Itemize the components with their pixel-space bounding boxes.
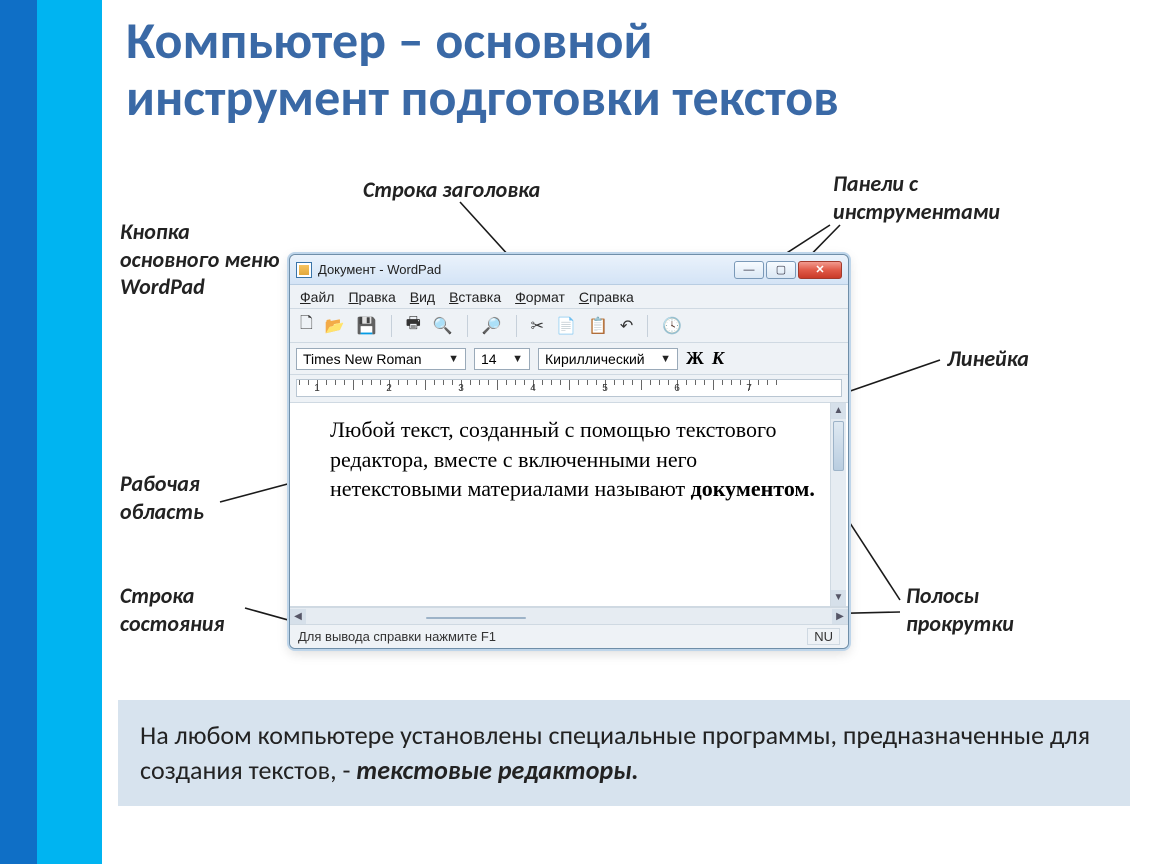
- vscroll-thumb[interactable]: [833, 421, 844, 471]
- save-icon[interactable]: 💾: [357, 316, 377, 336]
- slide-title: Компьютер – основной инструмент подготов…: [126, 12, 1146, 126]
- minimize-button[interactable]: —: [734, 261, 764, 279]
- toolbar-separator: [467, 315, 468, 337]
- standard-toolbar: 🗋 📂 💾 🖶 🔍 🔎 ✂ 📄 📋 ↶ 🕓: [290, 309, 848, 343]
- font-size-value: 14: [481, 351, 497, 367]
- vscroll-track[interactable]: [831, 473, 846, 590]
- chevron-down-icon: ▼: [512, 353, 523, 365]
- find-icon[interactable]: 🔎: [482, 316, 502, 336]
- font-size-combo[interactable]: 14 ▼: [474, 348, 530, 370]
- status-indicator: NU: [807, 628, 840, 645]
- ruler[interactable]: 1234567: [290, 375, 848, 403]
- callout-title-bar: Строка заголовка: [363, 176, 540, 204]
- toolbar-separator: [647, 315, 648, 337]
- new-icon[interactable]: 🗋: [300, 312, 313, 339]
- toolbar-separator: [391, 315, 392, 337]
- callout-toolbars: Панели синструментами: [833, 170, 1033, 225]
- sidebar-light-strip: [37, 0, 102, 864]
- toolbar-separator: [516, 315, 517, 337]
- caption-emphasis: текстовые редакторы.: [356, 754, 638, 786]
- scroll-left-icon[interactable]: ◀: [290, 609, 306, 624]
- wordpad-window: Документ - WordPad — ▢ ✕ Файл Правка Вид…: [289, 254, 849, 649]
- menu-insert[interactable]: Вставка: [449, 289, 501, 305]
- scroll-right-icon[interactable]: ▶: [832, 609, 848, 624]
- ruler-strip: 1234567: [296, 379, 842, 397]
- preview-icon[interactable]: 🔍: [433, 316, 453, 336]
- chevron-down-icon: ▼: [660, 353, 671, 365]
- menu-view[interactable]: Вид: [410, 289, 435, 305]
- open-icon[interactable]: 📂: [325, 316, 345, 336]
- script-combo[interactable]: Кириллический ▼: [538, 348, 678, 370]
- font-name-combo[interactable]: Times New Roman ▼: [296, 348, 466, 370]
- print-icon[interactable]: 🖶: [406, 312, 421, 339]
- format-toolbar: Times New Roman ▼ 14 ▼ Кириллический ▼ Ж…: [290, 343, 848, 375]
- menu-file[interactable]: Файл: [300, 289, 334, 305]
- callout-work-area: Рабочаяобласть: [120, 470, 240, 525]
- callout-main-menu: Кнопкаосновного менюWordPad: [120, 218, 290, 301]
- copy-icon[interactable]: 📄: [556, 316, 576, 336]
- chevron-down-icon: ▼: [448, 353, 459, 365]
- vertical-scrollbar[interactable]: ▲ ▼: [830, 403, 846, 606]
- italic-button[interactable]: К: [712, 348, 724, 369]
- horizontal-scrollbar[interactable]: ◀ ▶: [290, 607, 848, 624]
- callout-status-bar: Строкасостояния: [120, 582, 250, 637]
- document-bold-word: документом.: [691, 476, 815, 501]
- menu-help[interactable]: Справка: [579, 289, 634, 305]
- status-bar: Для вывода справки нажмите F1 NU: [290, 624, 848, 648]
- callout-scrollbars: Полосыпрокрутки: [906, 582, 1036, 637]
- menu-format[interactable]: Формат: [515, 289, 565, 305]
- hscroll-thumb[interactable]: [426, 617, 526, 619]
- wordpad-app-icon: [296, 262, 312, 278]
- titlebar[interactable]: Документ - WordPad — ▢ ✕: [290, 255, 848, 285]
- window-title: Документ - WordPad: [318, 262, 441, 277]
- paste-icon[interactable]: 📋: [588, 316, 608, 336]
- status-text: Для вывода справки нажмите F1: [298, 629, 496, 644]
- script-value: Кириллический: [545, 351, 645, 367]
- maximize-button[interactable]: ▢: [766, 261, 796, 279]
- menu-bar: Файл Правка Вид Вставка Формат Справка: [290, 285, 848, 309]
- datetime-icon[interactable]: 🕓: [662, 316, 682, 336]
- slide-caption: На любом компьютере установлены специаль…: [118, 700, 1130, 806]
- window-buttons: — ▢ ✕: [734, 261, 842, 279]
- undo-icon[interactable]: ↶: [620, 316, 633, 336]
- title-line-2: инструмент подготовки текстов: [126, 65, 839, 129]
- title-line-1: Компьютер – основной: [126, 8, 652, 72]
- menu-edit[interactable]: Правка: [348, 289, 395, 305]
- close-button[interactable]: ✕: [798, 261, 842, 279]
- scroll-up-icon[interactable]: ▲: [831, 403, 846, 419]
- font-name-value: Times New Roman: [303, 351, 422, 367]
- cut-icon[interactable]: ✂: [531, 316, 544, 336]
- sidebar-dark-strip: [0, 0, 37, 864]
- bold-button[interactable]: Ж: [686, 348, 704, 369]
- callout-ruler: Линейка: [947, 345, 1029, 373]
- scroll-down-icon[interactable]: ▼: [831, 590, 846, 606]
- work-area[interactable]: Любой текст, созданный с помощью текстов…: [290, 403, 848, 607]
